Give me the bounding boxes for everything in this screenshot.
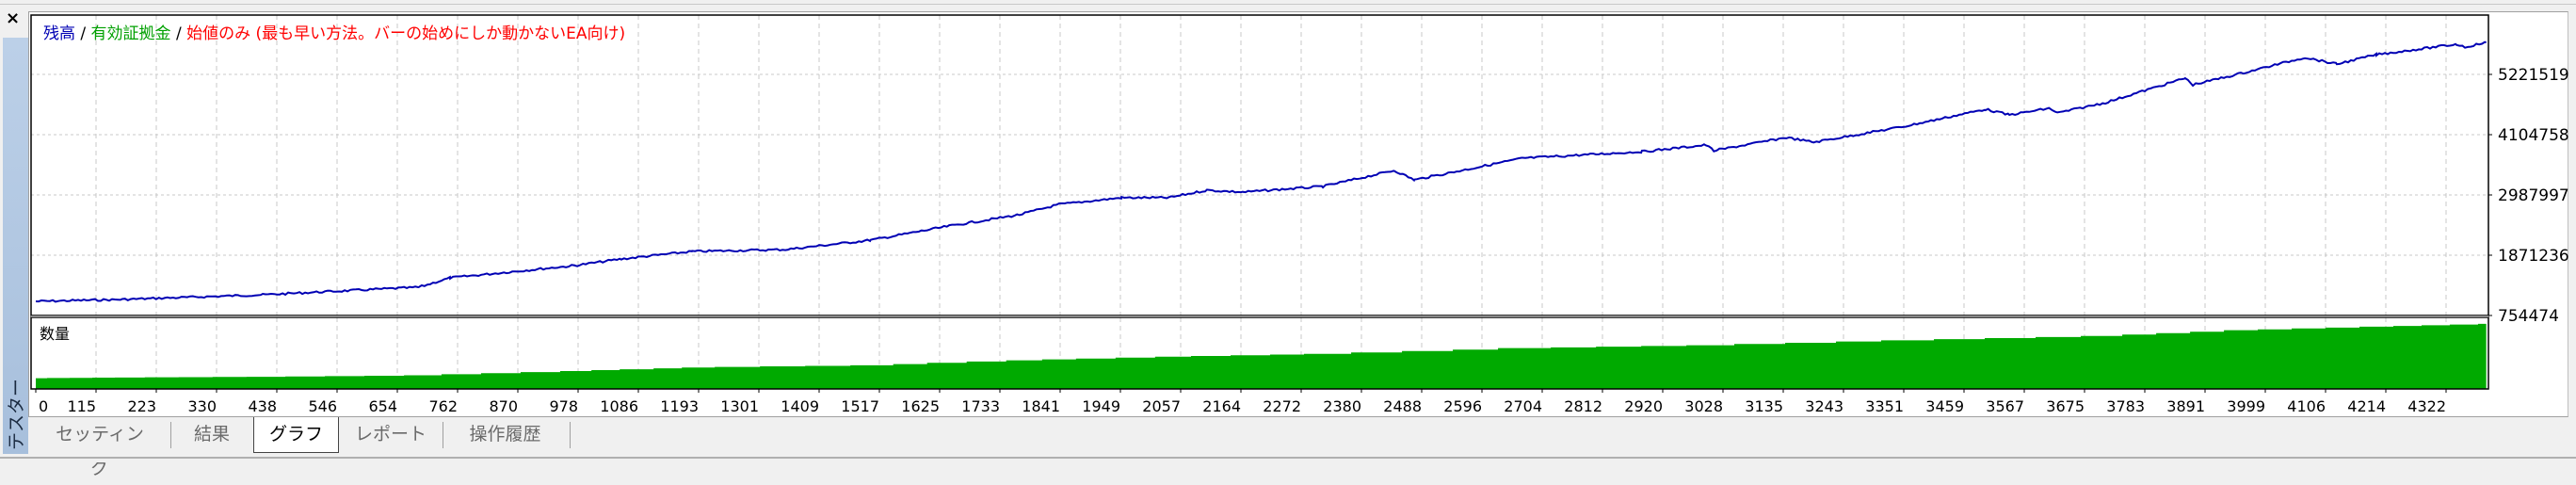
balance-chart: 0 115 223 330 438 546 654 762 870 978 1086 1193 1301…: [30, 14, 2569, 415]
balance-line: [35, 40, 2487, 303]
x-tick-label: 1086: [600, 397, 638, 415]
main-chart-frame: [30, 14, 2489, 316]
x-tick-label: 3999: [2227, 397, 2265, 415]
x-tick-label: 2596: [1443, 397, 1482, 415]
volume-bars: [36, 323, 2487, 389]
x-tick-label: 3135: [1745, 397, 1783, 415]
y-tick-label: 4104758: [2498, 126, 2569, 145]
x-tick-label: 438: [248, 397, 277, 415]
x-tick-label: 2057: [1142, 397, 1181, 415]
tab-separator: [170, 422, 171, 448]
x-tick-label: 4214: [2347, 397, 2386, 415]
legend-separator: /: [170, 24, 187, 43]
tab-results[interactable]: 結果: [179, 417, 245, 452]
bottom-border: [0, 457, 2576, 462]
x-tick-label: 4106: [2287, 397, 2326, 415]
x-tick-label: 115: [67, 397, 96, 415]
x-tick-label: 4322: [2407, 397, 2446, 415]
x-tick-label: 1517: [841, 397, 879, 415]
legend-equity: 有効証拠金: [90, 24, 171, 43]
tab-journal[interactable]: 操作履歴: [452, 417, 558, 452]
x-tick-label: 3028: [1684, 397, 1723, 415]
x-tick-label: 1301: [720, 397, 759, 415]
x-tick-label: 3243: [1805, 397, 1843, 415]
tab-separator: [570, 422, 571, 448]
x-tick-label: 3351: [1865, 397, 1904, 415]
x-tick-label: 870: [489, 397, 518, 415]
legend-separator: /: [75, 24, 91, 43]
tester-tabs: セッティング 結果 グラフ レポート 操作履歴: [28, 417, 2568, 478]
y-tick-label: 754474: [2498, 307, 2559, 326]
x-tick-label: 546: [308, 397, 337, 415]
legend-model: 始値のみ (最も早い方法。バーの始めにしか動かないEA向け): [186, 24, 626, 43]
legend-balance: 残高: [43, 24, 75, 43]
x-tick-label: 762: [428, 397, 458, 415]
x-tick-label: 3675: [2046, 397, 2085, 415]
x-tick-label: 3567: [1986, 397, 2024, 415]
x-tick-label: 223: [127, 397, 156, 415]
x-tick-label: 3459: [1925, 397, 1964, 415]
y-tick-label: 5221519: [2498, 66, 2569, 85]
y-tick-label: 1871236: [2498, 247, 2569, 266]
tab-settings[interactable]: セッティング: [47, 417, 153, 478]
tab-graph[interactable]: グラフ: [253, 417, 339, 453]
x-tick-label: 2812: [1564, 397, 1602, 415]
x-tick-label: 1625: [901, 397, 940, 415]
x-tick-label: 978: [549, 397, 578, 415]
x-tick-label: 1409: [781, 397, 819, 415]
chart-title: 残高 / 有効証拠金 / 始値のみ (最も早い方法。バーの始めにしか動かないEA…: [43, 20, 625, 43]
x-tick-label: 1949: [1082, 397, 1120, 415]
x-tick-label: 1733: [961, 397, 1000, 415]
x-tick-label: 3783: [2106, 397, 2145, 415]
y-tick-label: 2987997: [2498, 186, 2569, 205]
volume-panel-label: 数量: [40, 325, 71, 343]
x-tick-label: 2488: [1383, 397, 1422, 415]
x-tick-label: 1841: [1022, 397, 1060, 415]
x-tick-label: 2920: [1624, 397, 1663, 415]
x-tick-label: 330: [187, 397, 217, 415]
tab-report[interactable]: レポート: [348, 417, 433, 452]
x-tick-label: 2164: [1202, 397, 1241, 415]
x-tick-label: 2380: [1323, 397, 1361, 415]
x-tick-label: 3891: [2166, 397, 2205, 415]
x-tick-label: 1193: [660, 397, 699, 415]
x-tick-label: 2704: [1504, 397, 1542, 415]
x-tick-label: 2272: [1263, 397, 1301, 415]
x-tick-label: 654: [368, 397, 397, 415]
x-tick-label: 0: [39, 397, 48, 415]
